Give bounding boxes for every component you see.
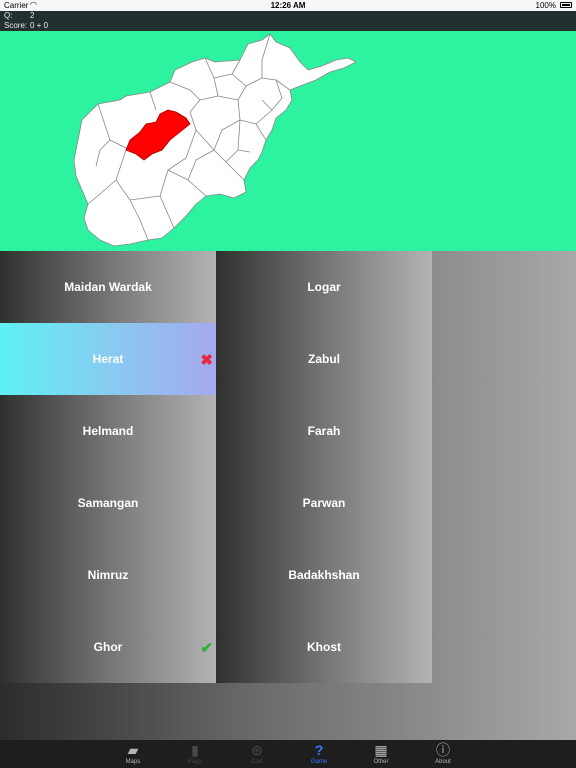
- tab-flags[interactable]: ▮ Flags: [175, 740, 215, 768]
- country-outline: [73, 33, 357, 247]
- answer-label: Nimruz: [87, 568, 129, 582]
- answer-option[interactable]: Helmand: [0, 395, 216, 467]
- answer-option[interactable]: Herat ✖: [0, 323, 216, 395]
- tab-label: CoA: [251, 759, 263, 765]
- coat-of-arms-icon: ⊛: [251, 742, 263, 758]
- score-display: Score: 0 + 0: [4, 21, 49, 30]
- answer-option[interactable]: Badakhshan: [216, 539, 432, 611]
- tab-label: Flags: [187, 759, 203, 765]
- game-info-bar: Q: 2 Score: 0 + 0: [0, 11, 576, 31]
- tab-label: Game: [310, 759, 328, 765]
- cross-icon: ✖: [200, 352, 213, 369]
- answer-label: Zabul: [308, 352, 340, 366]
- tab-bar: ▰ Maps ▮ Flags ⊛ CoA? Game ▦ Other ⓘ About: [0, 740, 576, 768]
- info-icon: ⓘ: [436, 742, 450, 758]
- tab-maps[interactable]: ▰ Maps: [113, 740, 153, 768]
- answer-label: Ghor: [93, 640, 123, 654]
- tab-coa[interactable]: ⊛ CoA: [237, 740, 277, 768]
- answer-label: Parwan: [302, 496, 346, 510]
- answer-option[interactable]: Maidan Wardak: [0, 251, 216, 323]
- answer-option[interactable]: Khost: [216, 611, 432, 683]
- map-area: [0, 31, 576, 251]
- battery-icon: [560, 2, 572, 8]
- answer-label: Maidan Wardak: [64, 280, 152, 294]
- answer-label: Helmand: [82, 424, 134, 438]
- check-icon: ✔: [200, 640, 213, 657]
- answer-label: Logar: [307, 280, 341, 294]
- answer-label: Herat: [92, 352, 124, 366]
- answer-option[interactable]: Parwan: [216, 467, 432, 539]
- answer-label: Samangan: [77, 496, 139, 510]
- map-icon: ▰: [127, 742, 139, 758]
- answer-option[interactable]: Nimruz: [0, 539, 216, 611]
- answer-option[interactable]: Logar: [216, 251, 432, 323]
- tab-label: Maps: [125, 759, 141, 765]
- tab-label: About: [435, 759, 451, 765]
- flag-icon: ▮: [191, 742, 199, 758]
- tab-other[interactable]: ▦ Other: [361, 740, 401, 768]
- status-bar: Carrier ◠ 12:26 AM 100%: [0, 0, 576, 11]
- question-icon: ?: [314, 742, 324, 758]
- clock: 12:26 AM: [270, 1, 306, 10]
- tab-game[interactable]: ? Game: [299, 740, 339, 768]
- answer-option[interactable]: Samangan: [0, 467, 216, 539]
- answer-label: Farah: [307, 424, 341, 438]
- tab-label: Other: [373, 759, 389, 765]
- question-counter: Q: 2: [4, 11, 35, 20]
- tab-about[interactable]: ⓘ About: [423, 740, 463, 768]
- answer-label: Khost: [307, 640, 341, 654]
- answer-option[interactable]: Zabul: [216, 323, 432, 395]
- answer-grid: Maidan Wardak Logar Herat ✖ Zabul Helmand Fara…: [0, 251, 432, 683]
- battery-percent: 100%: [535, 1, 556, 10]
- answer-label: Badakhshan: [288, 568, 360, 582]
- grid-icon: ▦: [374, 742, 388, 758]
- answer-option[interactable]: Farah: [216, 395, 432, 467]
- afghanistan-map: [73, 33, 357, 247]
- answer-option[interactable]: Ghor ✔: [0, 611, 216, 683]
